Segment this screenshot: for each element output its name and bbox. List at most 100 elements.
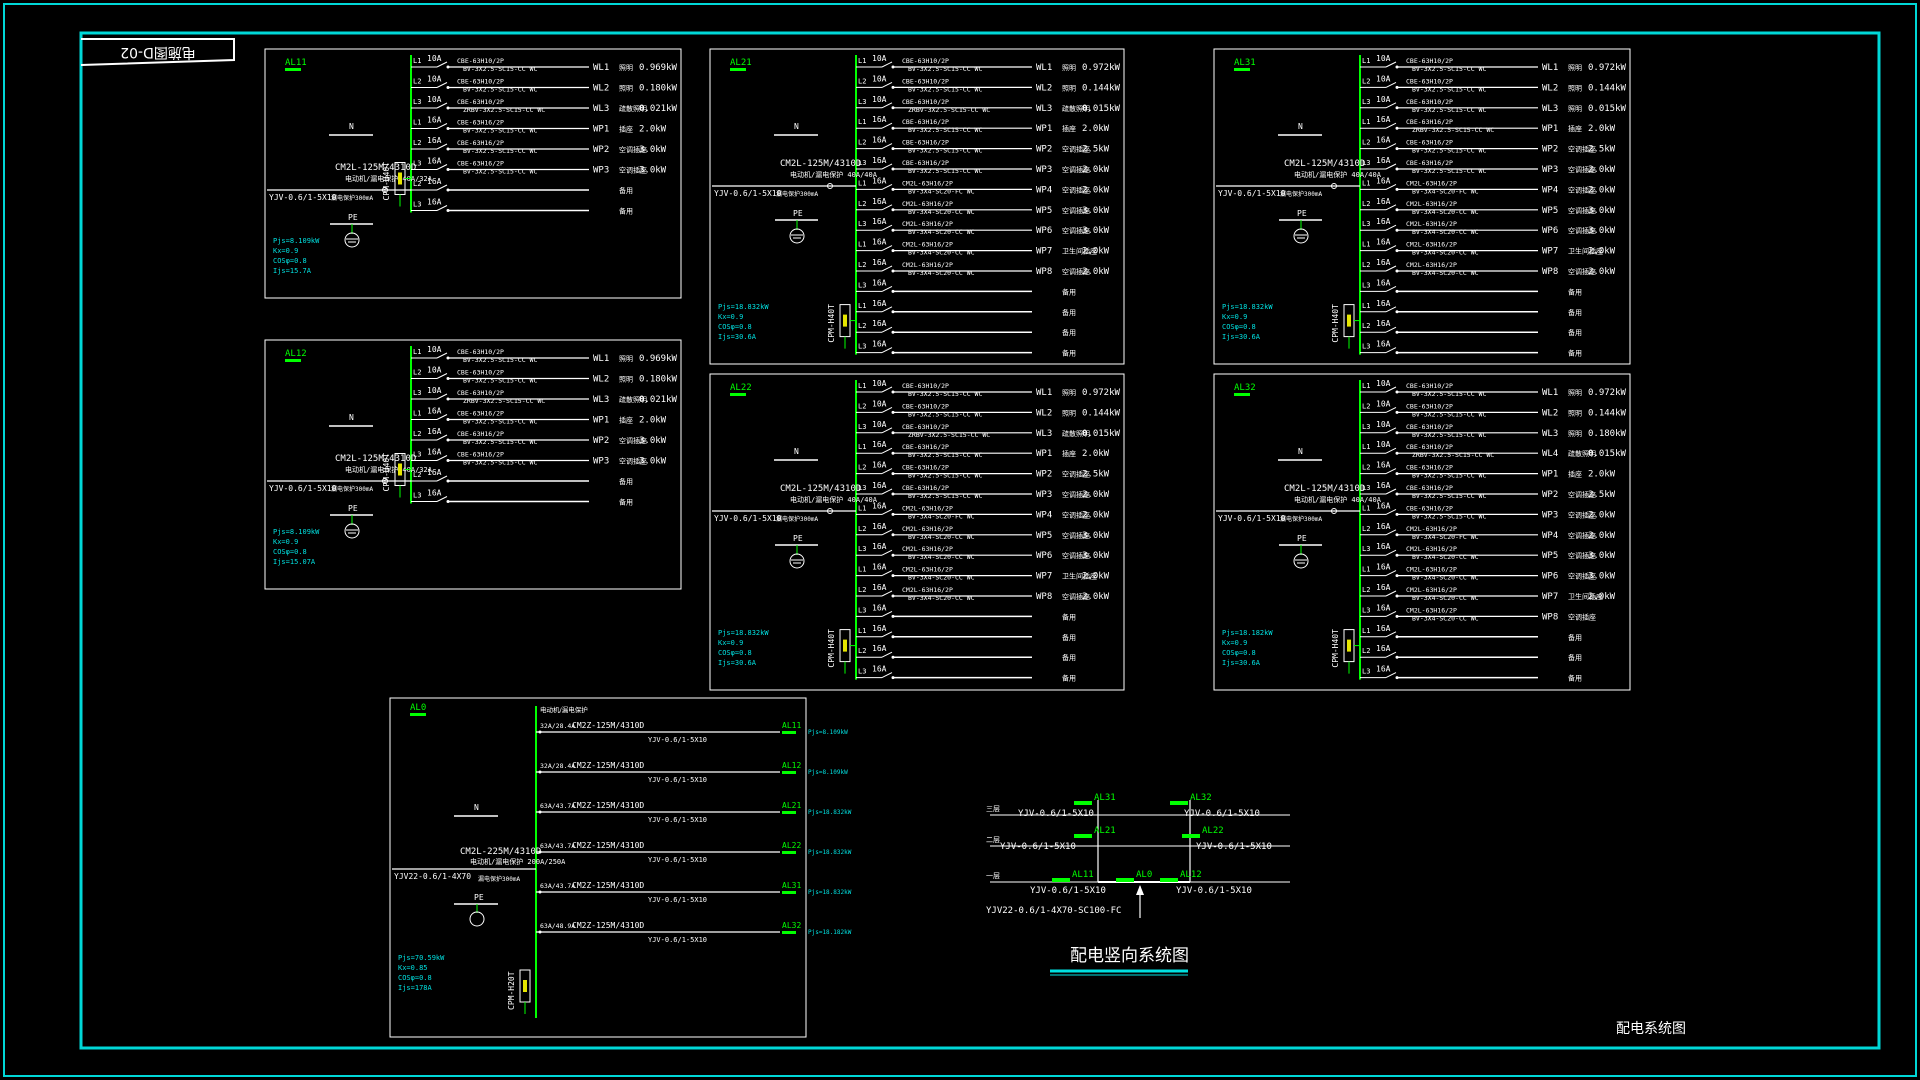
circuit-use: 照明 bbox=[1568, 389, 1582, 397]
phase-label: L2 bbox=[1362, 586, 1370, 594]
circuit-load: 3.0kW bbox=[1082, 551, 1110, 561]
phase-label: L3 bbox=[413, 201, 421, 209]
circuit-load: 0.972kW bbox=[1082, 388, 1121, 398]
cable-spec: BV-3X2.5-SC15-CC WC bbox=[908, 147, 982, 155]
riser-al21-cable: YJV-0.6/1-5X10 bbox=[1000, 842, 1076, 852]
circuit-load: 0.969kW bbox=[639, 354, 678, 364]
spd-element bbox=[398, 172, 402, 185]
cable-spec: BV-3X2.5-SC15-CC WC bbox=[463, 147, 537, 155]
al0-feeder-row: 63A/48.9ACM2Z-125M/4310D YJV-0.6/1-5X10 AL… bbox=[536, 921, 852, 944]
circuit-load: 0.972kW bbox=[1588, 63, 1627, 73]
al0-kx: Kx=0.85 bbox=[398, 964, 428, 972]
feeder-breaker: CM2Z-125M/4310D bbox=[572, 761, 644, 770]
cable-spec: BV-3X2.5-SC15-CC WC bbox=[1412, 147, 1486, 155]
circuit-row: L3 10A CBE-63H10/2PZRBV-3X2.5-SC15-CC WC WL… bbox=[856, 95, 1121, 114]
amp-rating: 16A bbox=[872, 278, 887, 287]
circuit-id: WP4 bbox=[1542, 531, 1558, 541]
circuit-row: L3 16A CM2L-63H16/2PBV-3X4-SC20-CC WC WP6 空调… bbox=[1360, 217, 1616, 236]
amp-rating: 16A bbox=[1376, 136, 1391, 145]
breaker-model: CBE-63H10/2P bbox=[1406, 423, 1453, 431]
breaker-model: CM2L-63H16/2P bbox=[902, 241, 953, 249]
circuit-row: L2 10A CBE-63H10/2PBV-3X2.5-SC15-CC WC WL2 照… bbox=[411, 366, 678, 385]
phase-label: L3 bbox=[1362, 423, 1370, 431]
circuit-row: L1 16A 备用 bbox=[856, 624, 1076, 642]
circuit-use: 照明 bbox=[1568, 64, 1582, 72]
feeder-rating: 63A/43.7A bbox=[540, 882, 575, 890]
riser-al12-box bbox=[1160, 878, 1178, 882]
circuit-use: 照明 bbox=[1568, 105, 1582, 113]
circuit-id: WP8 bbox=[1036, 267, 1052, 277]
circuit-use: 备用 bbox=[1062, 308, 1076, 317]
cable-spec: BV-3X4-SC20-FC WC bbox=[908, 187, 975, 195]
circuit-row: L2 16A CBE-63H16/2PBV-3X2.5-SC15-CC WC WP1 插… bbox=[1360, 461, 1616, 480]
cable-spec: BV-3X4-SC20-CC WC bbox=[1412, 269, 1479, 277]
breaker-model: CM2L-63H16/2P bbox=[1406, 200, 1457, 208]
cable-spec: BV-3X2.5-SC15-CC WC bbox=[463, 127, 537, 135]
amp-rating: 16A bbox=[872, 319, 887, 328]
amp-rating: 16A bbox=[1376, 644, 1391, 653]
circuit-row: L3 16A 备用 bbox=[856, 665, 1076, 683]
pjs-value: Pjs=8.109kW bbox=[273, 528, 320, 536]
ijs-value: Ijs=30.6A bbox=[718, 659, 757, 667]
circuit-id: WL2 bbox=[593, 375, 609, 385]
cable-spec: ZRBV-3X2.5-SC15-CC WC bbox=[1412, 126, 1494, 134]
circuit-row: L1 10A CBE-63H10/2PBV-3X2.5-SC15-CC WC WL1 照… bbox=[1360, 54, 1627, 73]
kx-value: Kx=0.9 bbox=[273, 247, 298, 255]
circuit-row: L3 10A CBE-63H10/2PBV-3X2.5-SC15-CC WC WL3 照… bbox=[1360, 95, 1627, 114]
phase-label: L3 bbox=[1362, 545, 1370, 553]
feeder-node bbox=[538, 810, 542, 814]
feeder-panel: AL21 bbox=[782, 801, 801, 810]
circuit-row: L3 10A CBE-63H10/2PBV-3X2.5-SC15-CC WC WL3 照… bbox=[1360, 420, 1627, 439]
phase-label: L3 bbox=[413, 492, 421, 500]
phase-label: L1 bbox=[1362, 118, 1370, 126]
circuit-row: L2 16A CM2L-63H16/2PBV-3X4-SC20-CC WC WP5 空调… bbox=[1360, 197, 1616, 216]
circuit-id: WL3 bbox=[1542, 429, 1558, 439]
circuit-load: 2.0kW bbox=[1588, 165, 1616, 175]
cable-spec: BV-3X4-SC20-CC WC bbox=[1412, 574, 1479, 582]
breaker-model: CM2L-63H16/2P bbox=[1406, 606, 1457, 614]
phase-label: L2 bbox=[858, 139, 866, 147]
amp-rating: 16A bbox=[872, 583, 887, 592]
feeder-panel-bar bbox=[782, 851, 796, 854]
breaker-model: CBE-63H16/2P bbox=[1406, 484, 1453, 492]
phase-label: L1 bbox=[858, 566, 866, 574]
circuit-row: L1 16A CM2L-63H16/2PBV-3X4-SC20-CC WC WP7 卫生… bbox=[856, 563, 1110, 582]
al0-spd-element bbox=[523, 980, 527, 992]
panel-al22: AL22 N CM2L-125M/4310D电动机/漏电保护 40A/40A YJV-… bbox=[709, 373, 1125, 691]
spd-label: CPM-H40T bbox=[382, 453, 391, 492]
circuit-row: L2 16A 备用 bbox=[856, 644, 1076, 662]
circuit-row: L2 16A 备用 bbox=[1360, 319, 1582, 337]
circuit-id: WP6 bbox=[1036, 551, 1052, 561]
circuit-use: 插座 bbox=[619, 416, 633, 425]
al0-spd-label: CPM-H20T bbox=[507, 971, 516, 1010]
panel-tag-bar bbox=[730, 393, 746, 396]
amp-rating: 10A bbox=[427, 345, 442, 354]
breaker-model: CBE-63H16/2P bbox=[457, 451, 504, 459]
ground-icon bbox=[344, 232, 360, 248]
breaker-model: CM2L-63H16/2P bbox=[902, 261, 953, 269]
phase-label: L1 bbox=[858, 241, 866, 249]
amp-rating: 16A bbox=[872, 563, 887, 572]
phase-label: L2 bbox=[413, 471, 421, 479]
circuit-load: 2.0kW bbox=[1588, 267, 1616, 277]
breaker-model: CBE-63H16/2P bbox=[1406, 464, 1453, 472]
feeder-cable: YJV-0.6/1-5X10 bbox=[648, 856, 707, 864]
riser-al0-label: AL0 bbox=[1136, 870, 1152, 880]
incoming-cable: YJV-0.6/1-5X10 bbox=[714, 514, 782, 523]
breaker-model: CM2L-63H16/2P bbox=[902, 586, 953, 594]
ijs-value: Ijs=30.6A bbox=[1222, 659, 1261, 667]
cable-spec: BV-3X4-SC20-FC WC bbox=[1412, 533, 1479, 541]
circuit-load: 2.0kW bbox=[1588, 185, 1616, 195]
feeder-breaker: CM2Z-125M/4310D bbox=[572, 801, 644, 810]
amp-rating: 10A bbox=[872, 54, 887, 63]
amp-rating: 16A bbox=[427, 198, 442, 207]
cos-value: COSφ=0.8 bbox=[718, 649, 752, 657]
amp-rating: 10A bbox=[427, 386, 442, 395]
rcd-label: 漏电保护300mA bbox=[776, 190, 818, 198]
cable-spec: BV-3X2.5-SC15-CC WC bbox=[908, 410, 982, 418]
breaker-model: CBE-63H10/2P bbox=[457, 369, 504, 377]
circuit-load: 0.021kW bbox=[639, 395, 678, 405]
circuit-row: L3 16A 备用 bbox=[856, 278, 1076, 296]
amp-rating: 16A bbox=[427, 427, 442, 436]
ground-icon bbox=[789, 228, 805, 244]
